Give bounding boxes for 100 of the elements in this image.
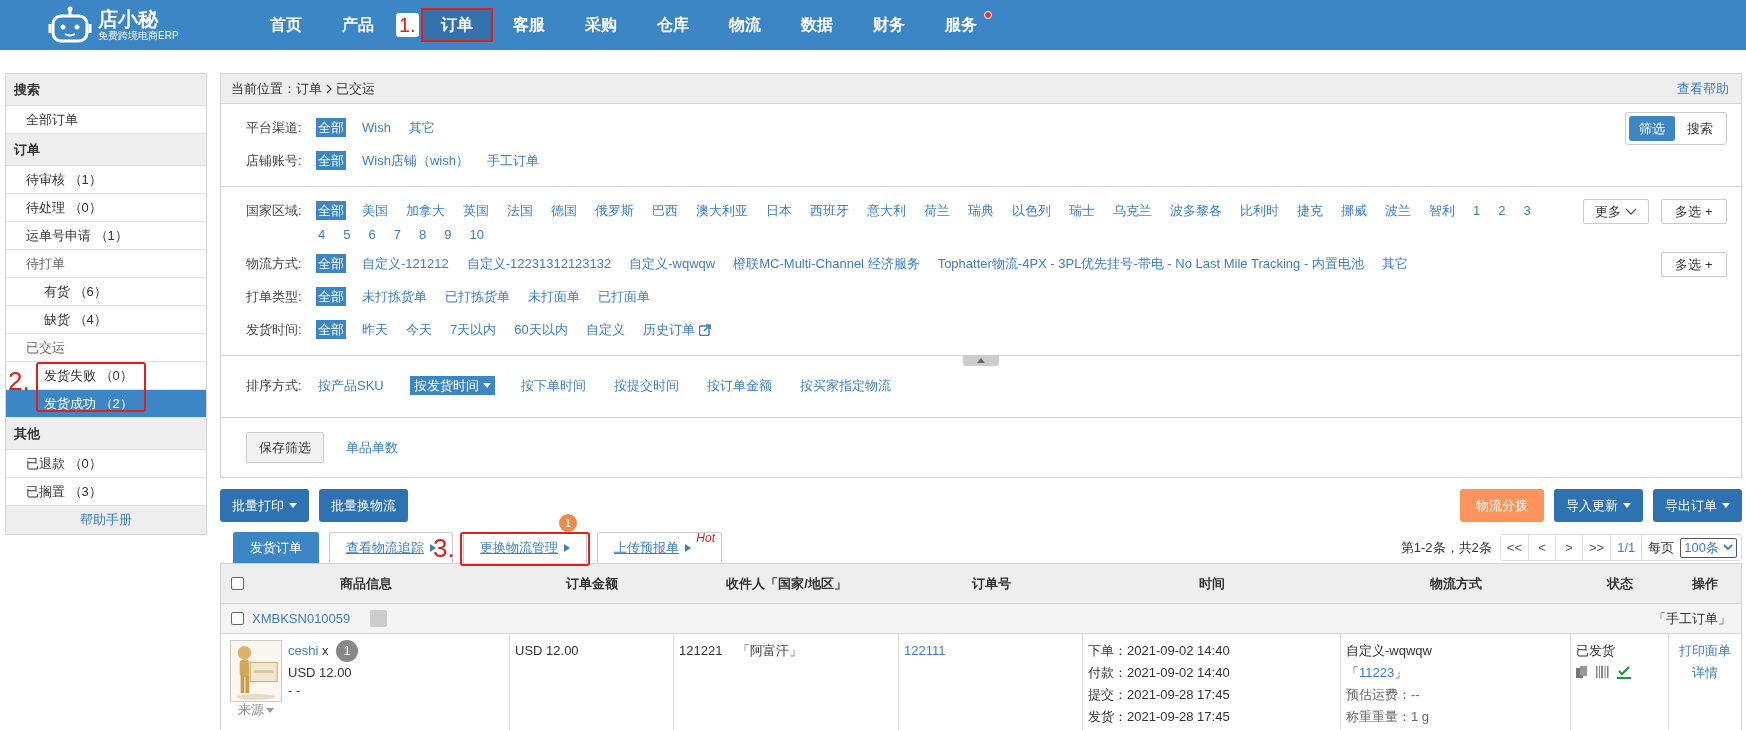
nav-item[interactable]: 订单	[420, 8, 493, 42]
filter-option[interactable]: 美国	[360, 201, 390, 220]
filter-option[interactable]: 7天以内	[448, 320, 499, 339]
filter-option[interactable]: 俄罗斯	[593, 201, 636, 220]
action-button[interactable]: 导入更新	[1554, 489, 1643, 522]
filter-option[interactable]: 日本	[764, 201, 794, 220]
filter-option[interactable]: 加拿大	[404, 201, 447, 220]
tab[interactable]: 更换物流管理	[463, 532, 587, 563]
filter-option[interactable]: 10	[467, 225, 486, 244]
single-item-link[interactable]: 单品单数	[346, 438, 398, 457]
filter-option[interactable]: 昨天	[360, 320, 390, 339]
action-button[interactable]: 导出订单	[1653, 489, 1742, 522]
collapse-handle[interactable]	[963, 355, 999, 366]
filter-option[interactable]: 60天以内	[512, 320, 570, 339]
action-button[interactable]: 批量换物流	[319, 489, 408, 522]
filter-option[interactable]: 以色列	[1010, 201, 1053, 220]
per-page-select[interactable]: 100条	[1680, 537, 1737, 558]
breadcrumb-item[interactable]: 已交运	[336, 79, 375, 98]
filter-option[interactable]: 全部	[316, 201, 346, 220]
filter-option[interactable]: 瑞士	[1067, 201, 1097, 220]
sort-option[interactable]: 按下单时间	[518, 376, 588, 395]
breadcrumb-item[interactable]: 订单	[296, 79, 322, 98]
filter-option[interactable]: 今天	[404, 320, 434, 339]
filter-option[interactable]: 捷克	[1295, 201, 1325, 220]
help-link[interactable]: 查看帮助	[1677, 79, 1729, 98]
nav-item[interactable]: 仓库	[636, 8, 709, 42]
filter-option[interactable]: 全部	[316, 118, 346, 137]
sort-option[interactable]: 按产品SKU	[316, 376, 386, 395]
sort-option[interactable]: 按提交时间	[611, 376, 681, 395]
filter-option[interactable]: 全部	[316, 254, 346, 273]
filter-option[interactable]: 全部	[316, 287, 346, 306]
nav-item[interactable]: 采购	[564, 8, 637, 42]
action-button[interactable]: 批量打印	[220, 489, 309, 522]
filter-option[interactable]: 法国	[505, 201, 535, 220]
source-menu[interactable]: 来源	[238, 702, 274, 718]
filter-option[interactable]: 手工订单	[484, 151, 541, 170]
order-id-link[interactable]: XMBKSN010059	[252, 611, 351, 626]
tab[interactable]: 发货订单	[233, 532, 319, 563]
page-button[interactable]: <<	[1500, 535, 1530, 560]
barcode-icon[interactable]	[1596, 666, 1609, 679]
mode-tab[interactable]: 筛选	[1629, 116, 1675, 141]
filter-option[interactable]: 瑞典	[966, 201, 996, 220]
multi-select-button[interactable]: 多选 +	[1661, 252, 1727, 277]
filter-option[interactable]: 波兰	[1383, 201, 1413, 220]
copy-icon[interactable]	[1576, 666, 1588, 679]
filter-option[interactable]: 意大利	[865, 201, 908, 220]
filter-option[interactable]: 自定义-wqwqw	[627, 254, 718, 273]
operation-link[interactable]: 详情	[1692, 662, 1718, 684]
filter-option[interactable]: 巴西	[650, 201, 680, 220]
more-button[interactable]: 更多	[1583, 199, 1649, 224]
tracking-number-link[interactable]: 11223	[1359, 665, 1395, 680]
nav-item[interactable]: 数据	[780, 8, 853, 42]
filter-option[interactable]: 自定义	[583, 320, 627, 339]
filter-option[interactable]: 8	[416, 225, 429, 244]
filter-option[interactable]: 其它	[1379, 254, 1410, 273]
filter-option[interactable]: 全部	[316, 151, 346, 170]
filter-option[interactable]: 5	[341, 225, 353, 244]
filter-option[interactable]: 全部	[316, 320, 346, 339]
filter-option[interactable]: 波多黎各	[1168, 201, 1224, 220]
filter-option[interactable]: 英国	[461, 201, 491, 220]
filter-option[interactable]: 3	[1521, 201, 1533, 220]
multi-select-button[interactable]: 多选 +	[1661, 199, 1727, 224]
select-all-checkbox[interactable]	[231, 577, 244, 590]
filter-option[interactable]: 挪威	[1339, 201, 1369, 220]
sort-option[interactable]: 按发货时间	[409, 376, 495, 395]
filter-option[interactable]: 1	[1471, 201, 1483, 220]
sort-option[interactable]: 按订单金额	[704, 376, 774, 395]
filter-option[interactable]: 已打面单	[596, 287, 652, 306]
tab[interactable]: 上传预报单 Hot	[597, 532, 722, 563]
filter-option[interactable]: 未打拣货单	[360, 287, 429, 306]
order-number-link[interactable]: 122111	[904, 643, 946, 658]
filter-option[interactable]: 2	[1496, 201, 1508, 220]
filter-option[interactable]: 橙联MC-Multi-Channel 经济服务	[731, 254, 922, 273]
filter-option[interactable]: 9	[442, 225, 454, 244]
filter-option[interactable]: 已打拣货单	[443, 287, 512, 306]
filter-option[interactable]: 6	[366, 225, 378, 244]
filter-option[interactable]: 其它	[406, 118, 437, 137]
filter-option[interactable]: 7	[391, 225, 403, 244]
filter-option[interactable]: 德国	[549, 201, 579, 220]
filter-option[interactable]: Wish店铺（wish）	[360, 151, 471, 170]
filter-option[interactable]: 比利时	[1238, 201, 1281, 220]
filter-option[interactable]: 乌克兰	[1111, 201, 1154, 220]
nav-item[interactable]: 财务	[852, 8, 925, 42]
nav-item[interactable]: 服务	[924, 8, 997, 42]
nav-item[interactable]: 客服	[492, 8, 565, 42]
sort-option[interactable]: 按买家指定物流	[797, 376, 893, 395]
save-filter-button[interactable]: 保存筛选	[246, 432, 324, 463]
check-icon[interactable]	[1617, 666, 1631, 679]
product-name-link[interactable]: ceshi	[288, 643, 319, 658]
filter-option[interactable]: 澳大利亚	[694, 201, 750, 220]
filter-option[interactable]: Tophatter物流-4PX - 3PL优先挂号-带电 - No Last Mile Tracking - 内置电池	[935, 254, 1366, 273]
filter-option[interactable]: 历史订单	[640, 320, 713, 339]
help-link[interactable]: 帮助手册	[6, 506, 206, 534]
filter-option[interactable]: 西班牙	[808, 201, 851, 220]
nav-item[interactable]: 产品	[322, 8, 394, 42]
filter-option[interactable]: 未打面单	[526, 287, 582, 306]
sidebar-item[interactable]: 发货成功 （2）	[6, 390, 206, 418]
operation-link[interactable]: 打印面单	[1679, 640, 1731, 662]
filter-option[interactable]: Wish	[360, 118, 393, 137]
filter-option[interactable]: 4	[316, 225, 328, 244]
